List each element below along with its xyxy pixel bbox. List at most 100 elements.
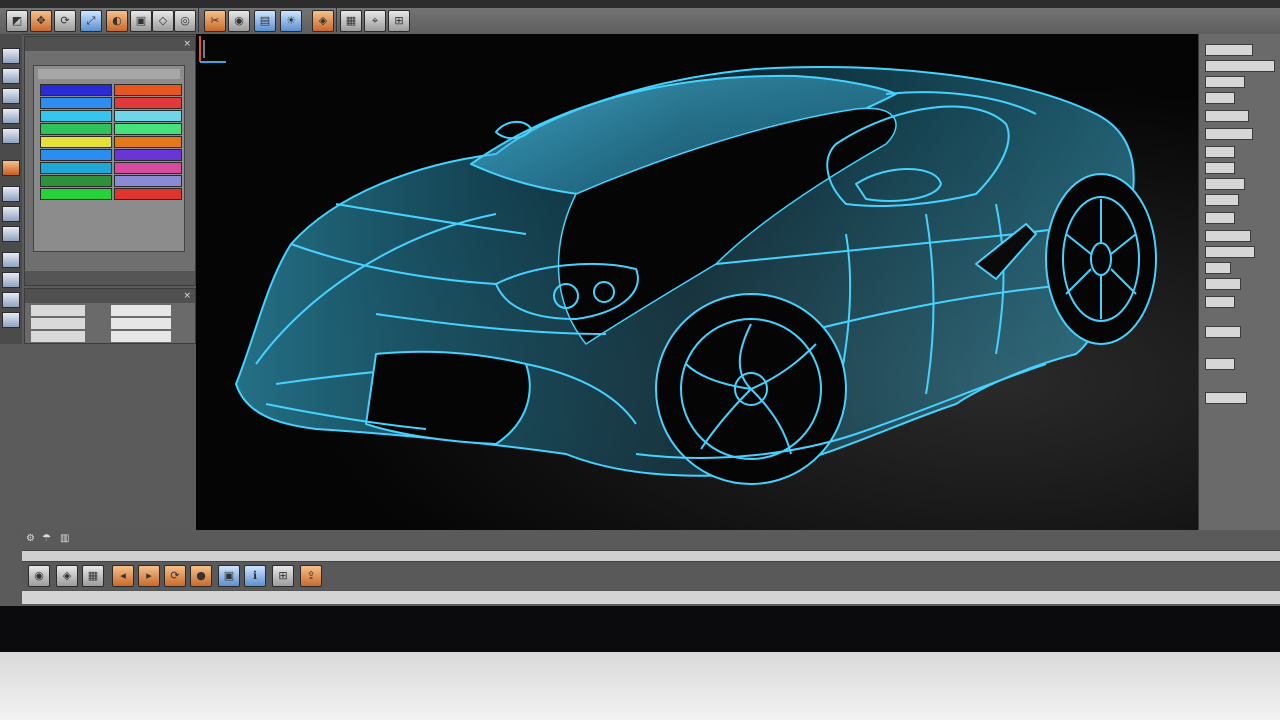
car-wireframe-model[interactable] [196, 34, 1198, 530]
camera-icon[interactable]: ▤ [254, 10, 276, 32]
move-icon[interactable]: ✥ [30, 10, 52, 32]
attribute-field[interactable] [1205, 128, 1253, 140]
property-field[interactable] [111, 305, 171, 316]
layer-row[interactable] [40, 123, 182, 135]
attribute-field[interactable] [1205, 178, 1245, 190]
tool-icon[interactable] [2, 68, 20, 84]
settings-icon[interactable]: ⚙ [26, 533, 35, 544]
attribute-field[interactable] [1205, 60, 1275, 72]
tool-icon[interactable] [2, 128, 20, 144]
layer-color-swatch[interactable] [40, 188, 112, 200]
property-label [31, 331, 85, 342]
view-icon[interactable]: ▥ [60, 533, 69, 544]
tool-icon[interactable] [2, 48, 20, 64]
layer-color-swatch[interactable] [114, 123, 182, 135]
attribute-field[interactable] [1205, 110, 1249, 122]
frame-forward-icon[interactable]: ▸ [138, 565, 160, 587]
layer-color-swatch[interactable] [114, 97, 182, 109]
tool-icon[interactable] [2, 88, 20, 104]
property-field[interactable] [111, 318, 171, 329]
select-icon[interactable]: ◩ [6, 10, 28, 32]
extrude-icon[interactable]: ▣ [130, 10, 152, 32]
layer-color-swatch[interactable] [40, 162, 112, 174]
tool-icon[interactable] [2, 226, 20, 242]
grid-icon[interactable]: ⊞ [388, 10, 410, 32]
loop-play-icon[interactable]: ⟳ [164, 565, 186, 587]
layer-color-swatch[interactable] [40, 123, 112, 135]
export-icon[interactable]: ⇪ [300, 565, 322, 587]
cut-icon[interactable]: ✂ [204, 10, 226, 32]
attribute-field[interactable] [1205, 162, 1235, 174]
attribute-field[interactable] [1205, 296, 1235, 308]
layer-color-swatch[interactable] [40, 149, 112, 161]
left-tool-strip [0, 34, 22, 344]
layer-row[interactable] [40, 149, 182, 161]
layer-row[interactable] [40, 110, 182, 122]
camera-icon[interactable]: ☂ [42, 533, 51, 544]
material-icon[interactable]: ◈ [312, 10, 334, 32]
attribute-field[interactable] [1205, 392, 1247, 404]
layer-color-swatch[interactable] [114, 175, 182, 187]
attribute-field[interactable] [1205, 278, 1241, 290]
rotate-icon[interactable]: ⟳ [54, 10, 76, 32]
layer-color-swatch[interactable] [114, 188, 182, 200]
loop-icon[interactable]: ◎ [174, 10, 196, 32]
scale-icon[interactable]: ⤢ [80, 10, 102, 32]
info-icon[interactable]: ℹ [244, 565, 266, 587]
attribute-field[interactable] [1205, 194, 1239, 206]
tool-icon[interactable] [2, 108, 20, 124]
tool-icon[interactable] [2, 252, 20, 268]
close-icon[interactable]: × [183, 289, 191, 303]
3d-viewport[interactable] [196, 34, 1198, 530]
layer-row[interactable] [40, 175, 182, 187]
layer-row[interactable] [40, 188, 182, 200]
attribute-field[interactable] [1205, 44, 1253, 56]
tool-icon[interactable] [2, 272, 20, 288]
layer-color-swatch[interactable] [114, 149, 182, 161]
layer-color-swatch[interactable] [40, 110, 112, 122]
attribute-field[interactable] [1205, 358, 1235, 370]
frame-back-icon[interactable]: ◂ [112, 565, 134, 587]
layer-color-swatch[interactable] [40, 84, 112, 96]
bevel-icon[interactable]: ◇ [152, 10, 174, 32]
layer-row[interactable] [40, 97, 182, 109]
tool-icon[interactable] [2, 292, 20, 308]
attribute-field[interactable] [1205, 92, 1235, 104]
layer-color-swatch[interactable] [40, 136, 112, 148]
tool-icon[interactable] [2, 206, 20, 222]
layer-row[interactable] [40, 162, 182, 174]
tool-icon[interactable] [2, 160, 20, 176]
render-icon[interactable]: ◉ [228, 10, 250, 32]
tool-icon[interactable] [2, 312, 20, 328]
play-icon[interactable]: ◉ [28, 565, 50, 587]
layer-row[interactable] [40, 84, 182, 96]
texture-icon[interactable]: ▦ [340, 10, 362, 32]
keyframe-icon[interactable]: ◈ [56, 565, 78, 587]
layer-color-swatch[interactable] [40, 97, 112, 109]
snap-icon[interactable]: ⌖ [364, 10, 386, 32]
timeline-scrubber[interactable] [22, 550, 1280, 562]
layer-color-swatch[interactable] [114, 110, 182, 122]
attribute-field[interactable] [1205, 246, 1255, 258]
layer-color-swatch[interactable] [40, 175, 112, 187]
attribute-field[interactable] [1205, 212, 1235, 224]
desk-surface [0, 652, 1280, 720]
attribute-field[interactable] [1205, 76, 1245, 88]
record-icon[interactable]: ● [190, 565, 212, 587]
attribute-field[interactable] [1205, 230, 1251, 242]
layer-color-swatch[interactable] [114, 84, 182, 96]
layer-color-swatch[interactable] [114, 162, 182, 174]
light-icon[interactable]: ☀ [280, 10, 302, 32]
layer-color-swatch[interactable] [114, 136, 182, 148]
attribute-field[interactable] [1205, 326, 1241, 338]
mirror-icon[interactable]: ◐ [106, 10, 128, 32]
layer-row[interactable] [40, 136, 182, 148]
snapshot-icon[interactable]: ▣ [218, 565, 240, 587]
tool-icon[interactable] [2, 186, 20, 202]
key-filter-icon[interactable]: ▦ [82, 565, 104, 587]
attribute-field[interactable] [1205, 262, 1231, 274]
timeline-icon[interactable]: ⊞ [272, 565, 294, 587]
close-icon[interactable]: × [183, 37, 191, 51]
property-field[interactable] [111, 331, 171, 342]
attribute-field[interactable] [1205, 146, 1235, 158]
